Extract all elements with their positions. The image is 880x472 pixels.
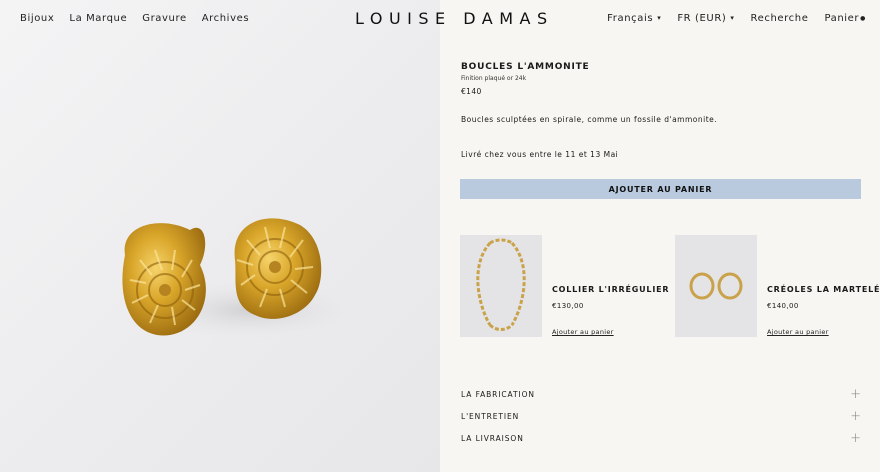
product-price: €140: [461, 87, 482, 96]
plus-icon: +: [850, 430, 861, 446]
accordion-entretien[interactable]: L'ENTRETIEN +: [461, 409, 861, 423]
add-to-cart-button[interactable]: AJOUTER AU PANIER: [460, 179, 861, 199]
related-product-price: €140,00: [767, 302, 799, 310]
search-link[interactable]: Recherche: [751, 13, 809, 24]
plus-icon: +: [850, 386, 861, 402]
accordion-fabrication[interactable]: LA FABRICATION +: [461, 387, 861, 401]
cart-link[interactable]: Panier●: [824, 13, 866, 24]
nav-gravure[interactable]: Gravure: [142, 13, 187, 24]
related-product-card: CRÉOLES LA MARTELÉE €140,00 Ajouter au p…: [675, 235, 880, 337]
product-title: BOUCLES L'AMMONITE: [461, 62, 590, 72]
ammonite-earrings-image: [122, 218, 360, 340]
related-product-name[interactable]: CRÉOLES LA MARTELÉE: [767, 285, 880, 294]
necklace-image[interactable]: [460, 235, 542, 337]
related-product-price: €130,00: [552, 302, 584, 310]
plus-icon: +: [850, 408, 861, 424]
currency-selector[interactable]: FR (EUR) ▾: [677, 13, 734, 24]
related-add-to-cart-link[interactable]: Ajouter au panier: [767, 328, 829, 336]
utility-nav: Français ▾ FR (EUR) ▾ Recherche Panier●: [607, 13, 866, 24]
product-hero-image: [0, 0, 440, 472]
nav-archives[interactable]: Archives: [202, 13, 249, 24]
hoops-photo: [675, 235, 757, 337]
accordion-label: LA LIVRAISON: [461, 433, 524, 443]
accordion-label: LA FABRICATION: [461, 389, 535, 399]
cart-label: Panier: [824, 13, 860, 24]
language-selector[interactable]: Français ▾: [607, 13, 661, 24]
related-product-name[interactable]: COLLIER L'IRRÉGULIER: [552, 285, 669, 294]
hoops-image[interactable]: [675, 235, 757, 337]
main-nav: Bijoux La Marque Gravure Archives: [20, 13, 249, 24]
chevron-down-icon: ▾: [730, 14, 735, 22]
product-description: Boucles sculptées en spirale, comme un f…: [461, 115, 718, 124]
accordion-label: L'ENTRETIEN: [461, 411, 520, 421]
brand-logo[interactable]: LOUISE DAMAS: [355, 9, 547, 28]
chevron-down-icon: ▾: [657, 14, 662, 22]
accordion-livraison[interactable]: LA LIVRAISON +: [461, 431, 861, 445]
related-product-card: COLLIER L'IRRÉGULIER €130,00 Ajouter au …: [460, 235, 670, 337]
language-label: Français: [607, 13, 654, 24]
nav-la-marque[interactable]: La Marque: [69, 13, 127, 24]
necklace-photo: [460, 235, 542, 337]
nav-bijoux[interactable]: Bijoux: [20, 13, 54, 24]
product-finish: Finition plaqué or 24k: [461, 75, 527, 82]
currency-label: FR (EUR): [677, 13, 727, 24]
related-add-to-cart-link[interactable]: Ajouter au panier: [552, 328, 614, 336]
cart-dot-icon: ●: [860, 15, 866, 22]
delivery-estimate: Livré chez vous entre le 11 et 13 Mai: [461, 150, 619, 159]
